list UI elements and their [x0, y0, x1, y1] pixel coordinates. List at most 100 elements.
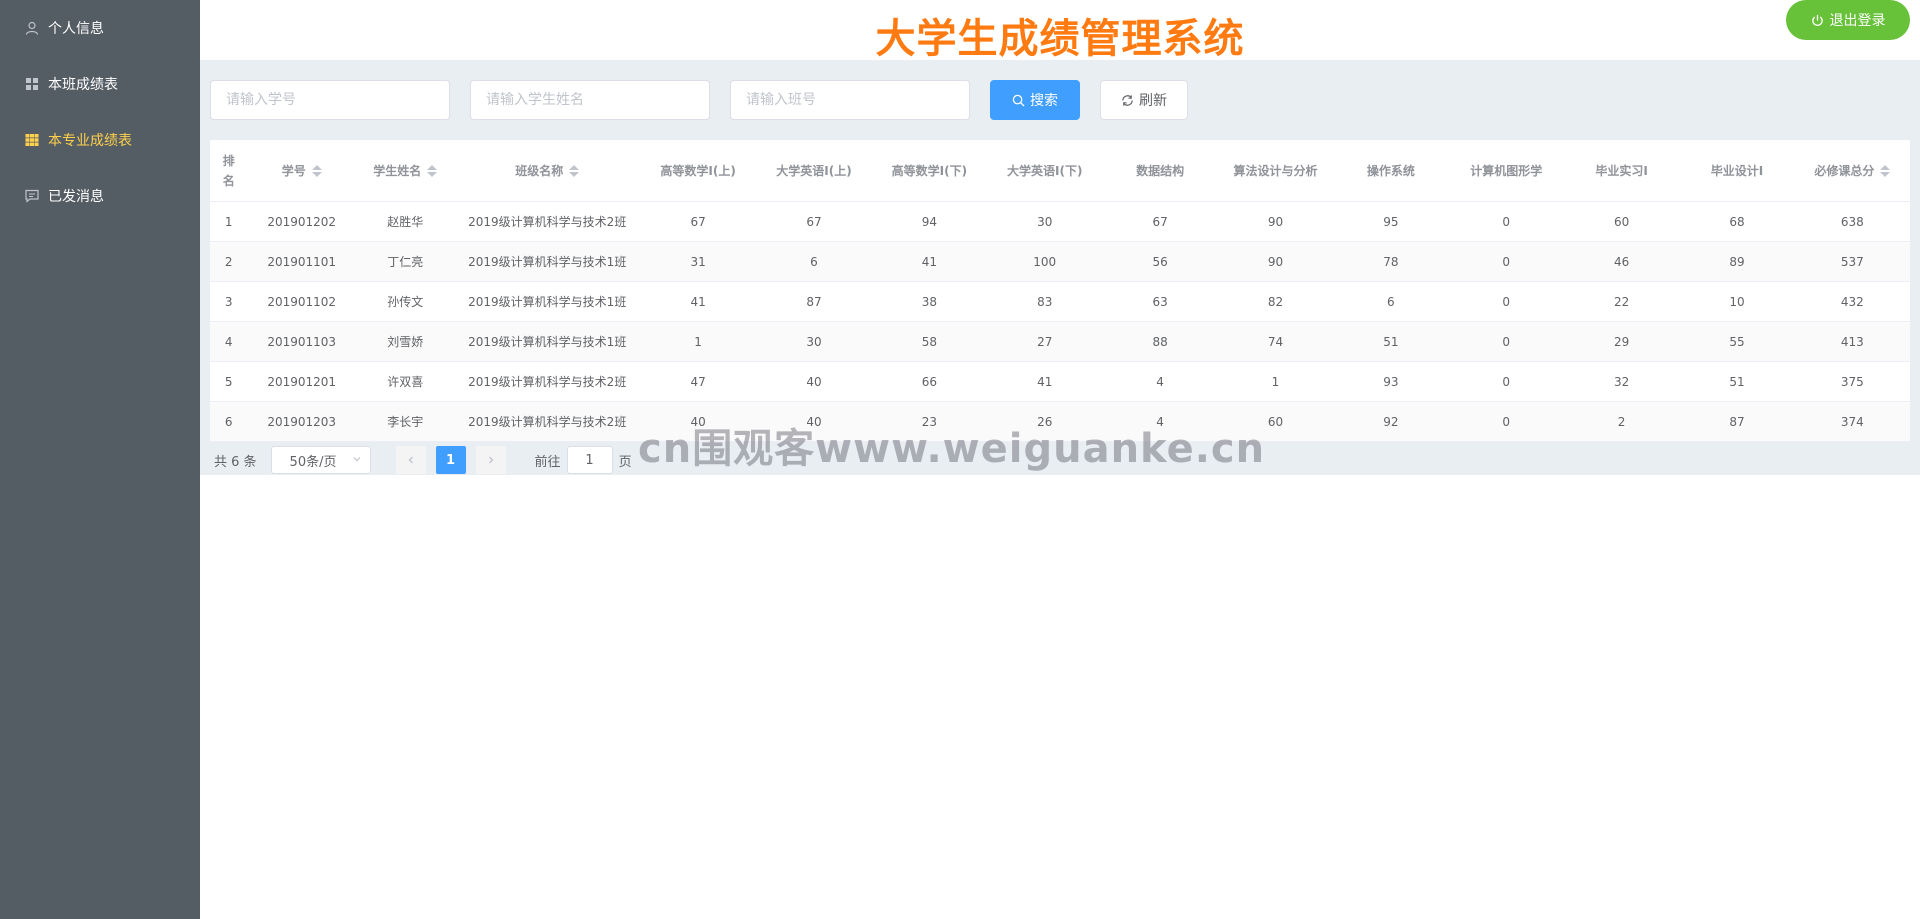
page-number-current[interactable]: 1 — [435, 446, 466, 474]
chevron-right-icon — [488, 456, 493, 464]
sidebar-item-major-scores[interactable]: 本专业成绩表 — [0, 112, 200, 168]
table-cell: 30 — [806, 334, 822, 349]
table-cell: 40 — [806, 374, 822, 389]
table-cell: 30 — [1037, 214, 1053, 229]
table-cell: 67 — [690, 214, 706, 229]
main-content: 搜索 刷新 排名 学号 学生姓名 班级名称 高等数学I(上) 大学英语I(上) … — [200, 60, 1920, 475]
table-cell: 74 — [1267, 334, 1284, 349]
table-cell: 90 — [1267, 214, 1284, 229]
refresh-icon — [1121, 94, 1134, 107]
table-cell: 刘雪娇 — [387, 335, 424, 349]
sidebar-item-label: 已发消息 — [48, 189, 104, 205]
column-header-course: 算法设计与分析 — [1233, 164, 1318, 178]
table-cell: 375 — [1840, 374, 1864, 389]
table-cell: 0 — [1502, 254, 1511, 269]
column-header-total-score[interactable]: 必修课总分 — [1795, 162, 1910, 179]
column-header-student-id[interactable]: 学号 — [247, 162, 355, 179]
table-cell: 4 — [1156, 414, 1164, 429]
table-row[interactable]: 1 201901202 赵胜华 2019级计算机科学与技术2班 67 67 94 30 67 90… — [210, 202, 1910, 242]
table-cell: 94 — [921, 214, 937, 229]
total-count: 共 6 条 — [214, 454, 257, 470]
column-header-class-name[interactable]: 班级名称 — [455, 162, 640, 179]
table-cell: 2019级计算机科学与技术2班 — [468, 215, 627, 229]
sort-icon[interactable] — [311, 164, 322, 177]
sort-icon[interactable] — [569, 164, 580, 177]
column-header-label: 学号 — [281, 164, 306, 178]
table-row[interactable]: 3 201901102 孙传文 2019级计算机科学与技术1班 41 87 38 83 63 82… — [210, 282, 1910, 322]
table-cell: 78 — [1383, 254, 1399, 269]
student-name-input[interactable] — [470, 80, 710, 120]
table-row[interactable]: 2 201901101 丁仁亮 2019级计算机科学与技术1班 31 6 41 100 56 90… — [210, 242, 1910, 282]
column-header-label: 学生姓名 — [373, 164, 422, 178]
table-row[interactable]: 4 201901103 刘雪娇 2019级计算机科学与技术1班 1 30 58 27 88 74 5… — [210, 322, 1910, 362]
table-cell: 413 — [1840, 334, 1864, 349]
table-cell: 32 — [1613, 374, 1630, 389]
refresh-button[interactable]: 刷新 — [1100, 80, 1188, 120]
table-cell: 2 — [1617, 414, 1626, 429]
table-row[interactable]: 5 201901201 许双喜 2019级计算机科学与技术2班 47 40 66 41 4 1 93… — [210, 362, 1910, 402]
sort-icon[interactable] — [1880, 164, 1891, 177]
table-cell: 0 — [1502, 334, 1511, 349]
table-cell: 67 — [806, 214, 822, 229]
page-size-select[interactable]: 50条/页 — [270, 446, 371, 474]
column-header-course: 计算机图形学 — [1470, 164, 1543, 178]
table-cell: 87 — [806, 294, 822, 309]
table-cell: 40 — [806, 414, 822, 429]
table-cell: 0 — [1502, 414, 1511, 429]
student-id-input[interactable] — [210, 80, 450, 120]
table-cell: 5 — [224, 374, 233, 389]
table-cell: 89 — [1729, 254, 1745, 269]
table-cell: 2019级计算机科学与技术1班 — [468, 295, 627, 309]
table-cell: 2019级计算机科学与技术2班 — [468, 375, 627, 389]
table-cell: 51 — [1729, 374, 1745, 389]
search-toolbar: 搜索 刷新 — [210, 80, 1208, 120]
column-header-course: 大学英语I(上) — [776, 164, 852, 178]
column-header-rank: 排名 — [210, 151, 247, 191]
goto-suffix: 页 — [618, 454, 632, 470]
refresh-button-label: 刷新 — [1139, 93, 1167, 109]
sidebar-item-label: 本班成绩表 — [48, 77, 118, 93]
table-cell: 40 — [690, 414, 706, 429]
table-cell: 4 — [1156, 374, 1164, 389]
table-cell: 38 — [921, 294, 937, 309]
sidebar-item-label: 本专业成绩表 — [48, 133, 132, 149]
table-cell: 27 — [1037, 334, 1053, 349]
table-cell: 56 — [1152, 254, 1168, 269]
table-cell: 432 — [1840, 294, 1864, 309]
next-page-button[interactable] — [475, 446, 506, 474]
table-cell: 63 — [1152, 294, 1168, 309]
table-cell: 4 — [224, 334, 233, 349]
table-cell: 29 — [1613, 334, 1630, 349]
power-icon — [1811, 14, 1824, 27]
search-button[interactable]: 搜索 — [990, 80, 1080, 120]
table-cell: 201901201 — [267, 374, 337, 389]
class-input[interactable] — [730, 80, 970, 120]
sidebar-item-sent-messages[interactable]: 已发消息 — [0, 168, 200, 224]
score-table: 排名 学号 学生姓名 班级名称 高等数学I(上) 大学英语I(上) 高等数学I(… — [210, 140, 1910, 442]
table-cell: 47 — [690, 374, 706, 389]
table-row[interactable]: 6 201901203 李长宇 2019级计算机科学与技术2班 40 40 23 26 4 60 9… — [210, 402, 1910, 442]
table-cell: 3 — [224, 294, 233, 309]
goto-page-input[interactable]: 1 — [566, 446, 613, 474]
sort-icon[interactable] — [427, 164, 438, 177]
column-header-student-name[interactable]: 学生姓名 — [356, 162, 455, 179]
table-cell: 46 — [1613, 254, 1630, 269]
table-cell: 41 — [690, 294, 706, 309]
column-header-label: 班级名称 — [515, 164, 564, 178]
sidebar-item-class-scores[interactable]: 本班成绩表 — [0, 56, 200, 112]
table-cell: 82 — [1267, 294, 1284, 309]
table-cell: 55 — [1729, 334, 1745, 349]
chevron-left-icon — [408, 456, 413, 464]
logout-button[interactable]: 退出登录 — [1786, 0, 1910, 40]
table-body: 1 201901202 赵胜华 2019级计算机科学与技术2班 67 67 94 30 67 90… — [210, 202, 1910, 442]
page-title: 大学生成绩管理系统 — [875, 16, 1245, 62]
table-cell: 201901102 — [267, 294, 337, 309]
table-cell: 丁仁亮 — [387, 255, 424, 269]
table-cell: 1 — [694, 334, 702, 349]
sidebar-item-personal-info[interactable]: 个人信息 — [0, 0, 200, 56]
prev-page-button[interactable] — [395, 446, 426, 474]
header: 大学生成绩管理系统 退出登录 — [200, 0, 1920, 62]
table-cell: 95 — [1383, 214, 1399, 229]
column-header-course: 高等数学I(上) — [660, 164, 736, 178]
table-cell: 1 — [224, 214, 233, 229]
